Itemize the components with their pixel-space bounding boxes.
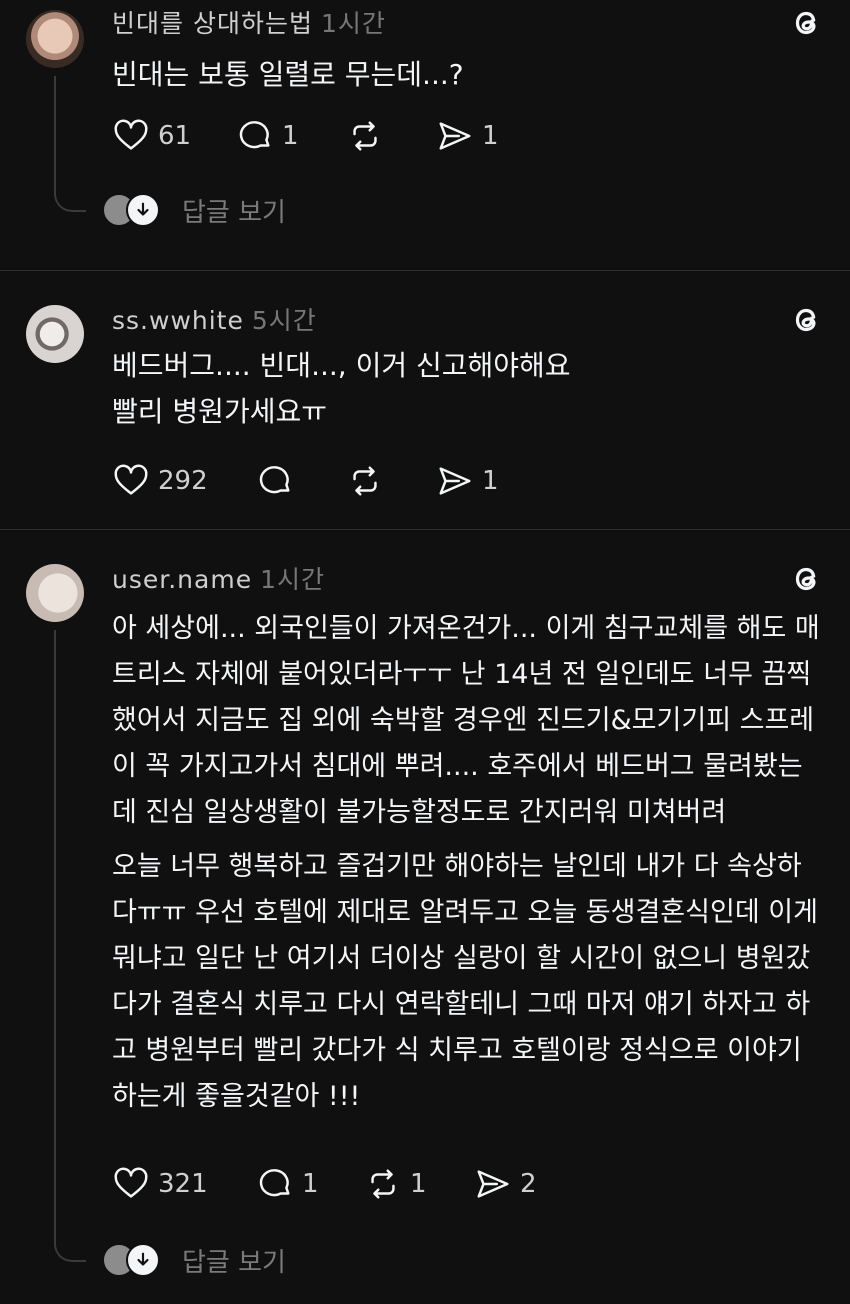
threads-icon[interactable]	[788, 301, 826, 339]
repost-icon	[353, 121, 377, 151]
comment-body: 아 세상에... 외국인들이 가져온건가... 이게 침구교체를 해도 매트리스…	[112, 606, 822, 1120]
comment-text: 아 세상에... 외국인들이 가져온건가... 이게 침구교체를 해도 매트리스…	[112, 613, 820, 828]
repost-button[interactable]	[346, 461, 392, 501]
comment-text: 빈대는 보통 일렬로 무는데...?	[112, 58, 464, 91]
avatar[interactable]	[26, 10, 84, 68]
share-count: 1	[482, 121, 499, 151]
share-count: 1	[482, 466, 499, 496]
reply-count: 1	[282, 121, 299, 151]
comment-text: 베드버그.... 빈대..., 이거 신고해야해요	[112, 349, 571, 382]
heart-icon	[114, 1167, 148, 1198]
reply-button[interactable]	[256, 461, 302, 501]
avatar[interactable]	[26, 564, 84, 622]
view-replies-link[interactable]: 답글 보기	[102, 1242, 286, 1278]
share-button[interactable]: 2	[474, 1164, 537, 1204]
view-replies-label: 답글 보기	[182, 1247, 286, 1278]
like-count: 321	[158, 1169, 208, 1199]
comment-header: user.name 1시간	[112, 560, 325, 596]
username[interactable]: ss.wwhite	[112, 306, 244, 335]
repost-button[interactable]	[346, 116, 392, 156]
username[interactable]: user.name	[112, 565, 252, 594]
heart-icon	[114, 464, 148, 495]
action-bar: 61 1 1	[112, 116, 532, 156]
share-button[interactable]: 1	[436, 116, 499, 156]
like-button[interactable]: 292	[112, 461, 208, 501]
avatar[interactable]	[26, 305, 84, 363]
like-count: 61	[158, 121, 192, 151]
view-replies-label: 답글 보기	[182, 197, 286, 228]
comment-header: 빈대를 상대하는법 1시간	[112, 4, 386, 40]
heart-icon	[114, 119, 148, 150]
comment-body: 빈대는 보통 일렬로 무는데...?	[112, 52, 822, 98]
repost-icon	[353, 466, 377, 496]
view-replies-link[interactable]: 답글 보기	[102, 192, 286, 228]
reply-count: 1	[302, 1169, 319, 1199]
send-icon	[477, 1170, 509, 1198]
repost-count: 1	[410, 1169, 427, 1199]
thread-line	[54, 630, 86, 1262]
like-button[interactable]: 321	[112, 1164, 208, 1204]
like-count: 292	[158, 466, 208, 496]
repost-icon	[371, 1169, 395, 1199]
comment-2: ss.wwhite 5시간 베드버그.... 빈대..., 이거 신고해야해요 빨…	[0, 271, 850, 529]
comment-body: 베드버그.... 빈대..., 이거 신고해야해요 빨리 병원가세요ㅠ	[112, 343, 822, 435]
threads-icon[interactable]	[788, 4, 826, 42]
speech-bubble-icon	[239, 121, 270, 149]
action-bar: 292 1	[112, 461, 532, 501]
arrow-down-icon	[126, 1243, 160, 1277]
send-icon	[439, 122, 471, 150]
action-bar: 321 1 1 2	[112, 1164, 572, 1204]
comment-header: ss.wwhite 5시간	[112, 301, 317, 337]
thread-line	[54, 76, 86, 212]
threads-icon[interactable]	[788, 560, 826, 598]
speech-bubble-icon	[259, 1169, 290, 1197]
share-count: 2	[520, 1169, 537, 1199]
repost-button[interactable]: 1	[364, 1164, 427, 1204]
send-icon	[439, 467, 471, 495]
comment-text: 빨리 병원가세요ㅠ	[112, 395, 327, 428]
timestamp: 1시간	[320, 9, 386, 38]
comment-3: user.name 1시간 아 세상에... 외국인들이 가져온건가... 이게 …	[0, 530, 850, 1304]
username[interactable]: 빈대를 상대하는법	[112, 9, 313, 38]
arrow-down-icon	[126, 193, 160, 227]
like-button[interactable]: 61	[112, 116, 191, 156]
timestamp: 1시간	[260, 565, 325, 594]
reply-button[interactable]: 1	[256, 1164, 319, 1204]
reply-button[interactable]: 1	[236, 116, 299, 156]
comment-text: 오늘 너무 행복하고 즐겁기만 해야하는 날인데 내가 다 속상하다ㅠㅠ 우선 …	[112, 851, 818, 1112]
share-button[interactable]: 1	[436, 461, 499, 501]
speech-bubble-icon	[259, 466, 290, 494]
timestamp: 5시간	[251, 306, 317, 335]
comment-1: 빈대를 상대하는법 1시간 빈대는 보통 일렬로 무는데...? 61 1 1 답…	[0, 0, 850, 270]
